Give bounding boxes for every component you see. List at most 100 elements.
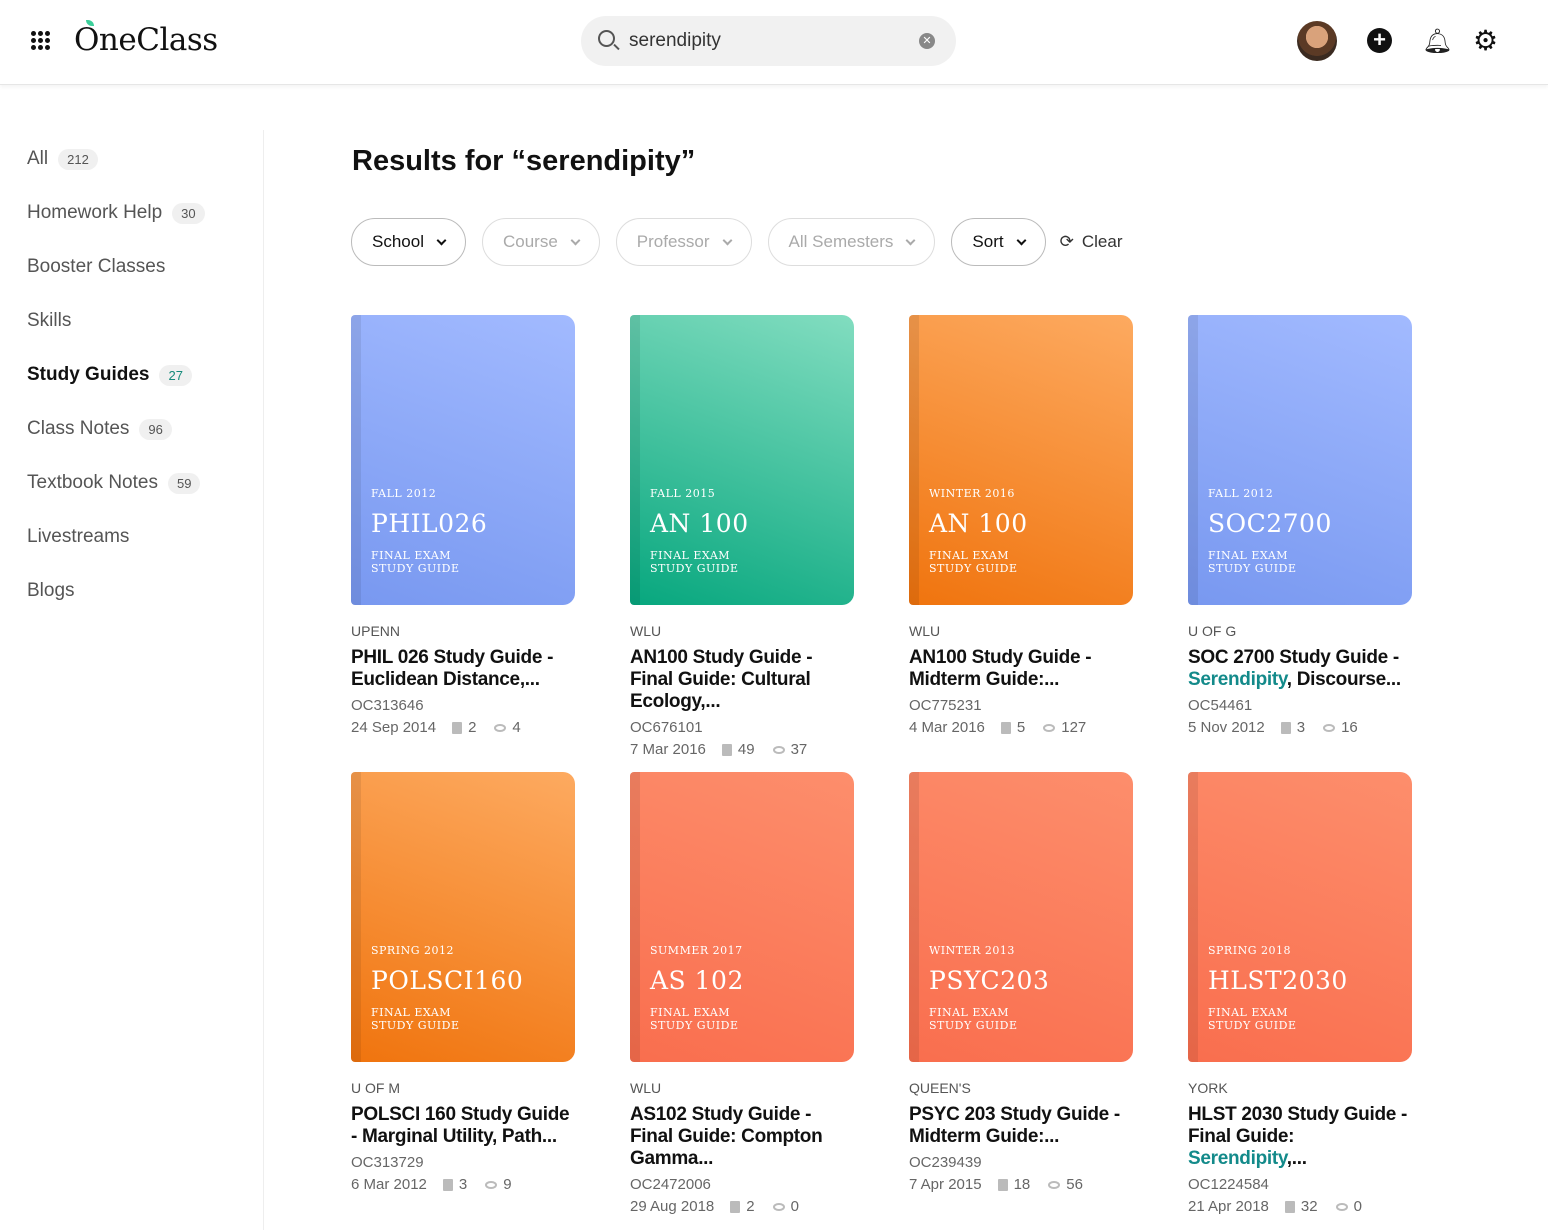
cover-semester: WINTER 2013 [929,944,1015,957]
study-guide-card[interactable]: SPRING 2012 POLSCI160 FINAL EXAM STUDY GU… [351,772,575,1193]
semester-filter[interactable]: All Semesters [767,218,936,266]
book-cover[interactable]: WINTER 2013 PSYC203 FINAL EXAM STUDY GUID… [909,772,1133,1062]
sidebar-item-booster-classes[interactable]: Booster Classes [27,256,165,278]
study-guide-card[interactable]: WINTER 2013 PSYC203 FINAL EXAM STUDY GUID… [909,772,1133,1193]
upload-date: 7 Mar 2016 [630,741,706,758]
card-title[interactable]: AN100 Study Guide - Final Guide: Cultura… [630,647,854,713]
card-meta: 21 Apr 2018 32 0 [1188,1198,1412,1215]
bell-icon[interactable]: 🔔︎ [1422,27,1452,56]
book-cover[interactable]: FALL 2012 SOC2700 FINAL EXAM STUDY GUIDE [1188,315,1412,605]
school-name: U OF G [1188,623,1237,639]
logo[interactable]: OneClass [74,22,218,58]
study-guide-card[interactable]: SUMMER 2017 AS 102 FINAL EXAM STUDY GUIDE… [630,772,854,1215]
book-cover[interactable]: SUMMER 2017 AS 102 FINAL EXAM STUDY GUIDE [630,772,854,1062]
sidebar-item-class-notes[interactable]: Class Notes 96 [27,418,172,440]
book-cover[interactable]: WINTER 2016 AN 100 FINAL EXAM STUDY GUIDE [909,315,1133,605]
cover-semester: SPRING 2012 [371,944,454,957]
card-title[interactable]: AS102 Study Guide - Final Guide: Compton… [630,1104,854,1170]
cover-kind-line1: FINAL EXAM [929,549,1010,562]
view-count: 4 [512,719,521,736]
book-cover[interactable]: FALL 2012 PHIL026 FINAL EXAM STUDY GUIDE [351,315,575,605]
count-badge: 212 [58,148,98,170]
title-text: AS102 Study Guide - Final Guide: Compton… [630,1104,823,1169]
cover-kind-line2: STUDY GUIDE [371,562,460,575]
study-guide-card[interactable]: WINTER 2016 AN 100 FINAL EXAM STUDY GUIDE… [909,315,1133,736]
book-cover[interactable]: SPRING 2018 HLST2030 FINAL EXAM STUDY GUI… [1188,772,1412,1062]
title-highlight: Serendipity [1188,669,1287,690]
document-id: OC313646 [351,697,424,714]
course-filter-label: Course [502,232,558,251]
card-title[interactable]: SOC 2700 Study Guide - Serendipity, Disc… [1188,647,1412,691]
school-name: UPENN [351,623,401,639]
sidebar-item-homework-help[interactable]: Homework Help 30 [27,202,205,224]
avatar[interactable] [1297,21,1337,61]
study-guide-card[interactable]: FALL 2012 PHIL026 FINAL EXAM STUDY GUIDE … [351,315,575,736]
cover-semester: FALL 2012 [1208,487,1274,500]
gear-icon[interactable]: ⚙︎ [1473,24,1498,57]
search-icon [598,30,615,47]
card-title[interactable]: AN100 Study Guide - Midterm Guide:... [909,647,1133,691]
page-icon [1000,721,1011,734]
study-guide-card[interactable]: SPRING 2018 HLST2030 FINAL EXAM STUDY GUI… [1188,772,1412,1215]
card-meta: 7 Mar 2016 49 37 [630,741,854,758]
sidebar: All 212 Homework Help 30 Booster Classes Skil… [0,130,264,1230]
cover-kind-line2: STUDY GUIDE [371,1019,460,1032]
card-title[interactable]: PSYC 203 Study Guide - Midterm Guide:... [909,1104,1133,1148]
top-bar: OneClass ✕ + 🔔︎ ⚙︎ [0,0,1548,85]
chevron-down-icon [722,235,732,245]
view-count: 0 [1353,1198,1362,1215]
cover-semester: FALL 2015 [650,487,716,500]
page-count: 2 [468,719,477,736]
school-name: QUEEN'S [909,1080,971,1096]
view-count: 9 [503,1176,512,1193]
sidebar-item-label: Class Notes [27,418,130,439]
add-icon[interactable]: + [1367,28,1392,53]
card-title[interactable]: POLSCI 160 Study Guide - Marginal Utilit… [351,1104,575,1148]
cover-kind-line2: STUDY GUIDE [929,562,1018,575]
card-title[interactable]: PHIL 026 Study Guide - Euclidean Distanc… [351,647,575,691]
page-count: 2 [746,1198,755,1215]
sidebar-item-textbook-notes[interactable]: Textbook Notes 59 [27,472,201,494]
document-id: OC676101 [630,719,703,736]
cover-kind: FINAL EXAM STUDY GUIDE [371,1006,459,1032]
sidebar-item-livestreams[interactable]: Livestreams [27,526,129,548]
title-text-rest: ,... [1286,1148,1307,1169]
page-icon [721,743,732,756]
cover-kind: FINAL EXAM STUDY GUIDE [929,549,1017,575]
clear-search-icon[interactable]: ✕ [919,33,935,49]
apps-grid-icon[interactable] [31,31,51,51]
sidebar-item-all[interactable]: All 212 [27,148,98,170]
view-count: 56 [1066,1176,1083,1193]
professor-filter[interactable]: Professor [615,218,752,266]
eye-icon [1323,723,1336,732]
cover-kind-line1: FINAL EXAM [371,549,452,562]
study-guide-card[interactable]: FALL 2012 SOC2700 FINAL EXAM STUDY GUIDE … [1188,315,1412,736]
school-name: YORK [1188,1080,1228,1096]
school-name: WLU [630,623,662,639]
sidebar-item-label: Study Guides [27,364,150,385]
sidebar-item-blogs[interactable]: Blogs [27,580,75,602]
title-text: AN100 Study Guide - Final Guide: Cultura… [630,647,813,712]
book-cover[interactable]: SPRING 2012 POLSCI160 FINAL EXAM STUDY GU… [351,772,575,1062]
search-input[interactable] [629,28,909,54]
title-text: PSYC 203 Study Guide - Midterm Guide:... [909,1104,1120,1147]
sidebar-item-study-guides[interactable]: Study Guides 27 [27,364,192,386]
sort-button[interactable]: Sort [951,218,1046,266]
sidebar-item-skills[interactable]: Skills [27,310,71,332]
cover-course-code: AS 102 [650,966,744,995]
card-title[interactable]: HLST 2030 Study Guide - Final Guide: Ser… [1188,1104,1412,1170]
sidebar-item-label: Booster Classes [27,256,166,277]
sidebar-item-label: All [27,148,49,169]
view-count: 127 [1061,719,1087,736]
school-filter[interactable]: School [351,218,466,266]
cover-course-code: AN 100 [929,509,1028,538]
book-cover[interactable]: FALL 2015 AN 100 FINAL EXAM STUDY GUIDE [630,315,854,605]
document-id: OC239439 [909,1154,982,1171]
course-filter[interactable]: Course [481,218,600,266]
card-meta: 4 Mar 2016 5 127 [909,719,1133,736]
page-icon [1284,1200,1295,1213]
title-highlight: Serendipity [1188,1148,1287,1169]
clear-filters-button[interactable]: ⟳ Clear [1060,232,1123,252]
study-guide-card[interactable]: FALL 2015 AN 100 FINAL EXAM STUDY GUIDE W… [630,315,854,758]
count-badge: 27 [159,364,192,386]
